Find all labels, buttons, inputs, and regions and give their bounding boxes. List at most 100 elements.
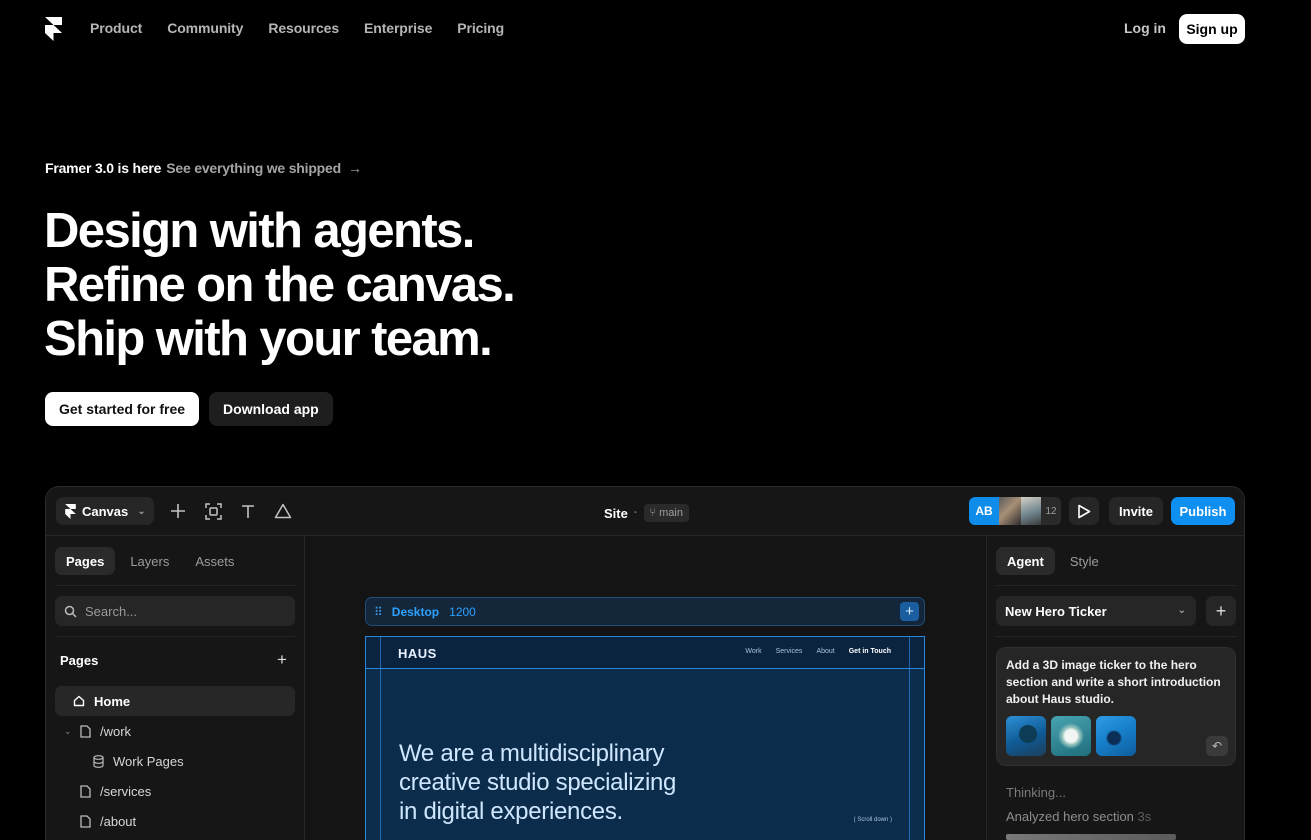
page-label: Home	[94, 693, 131, 709]
status-analyzed-label: Analyzed hero section	[1006, 809, 1134, 824]
haus-logo: HAUS	[398, 646, 437, 661]
canvas-menu-button[interactable]: Canvas ⌄	[56, 497, 154, 525]
truncated-text	[1006, 834, 1176, 840]
arrow-right-icon: →	[347, 160, 362, 176]
cta-row: Get started for free Download app	[45, 392, 333, 426]
headline-line: Ship with your team.	[44, 312, 493, 366]
image-thumbnail[interactable]	[1051, 716, 1091, 756]
download-app-button[interactable]: Download app	[209, 392, 333, 426]
page-label: /work	[100, 723, 132, 739]
announcement-link[interactable]: See everything we shipped	[166, 160, 341, 176]
site-nav-services[interactable]: Services	[776, 648, 803, 655]
divider	[996, 585, 1236, 586]
insert-plus-icon[interactable]	[168, 501, 188, 521]
site-nav-work[interactable]: Work	[745, 648, 761, 655]
right-panel: Agent Style New Hero Ticker ⌄ + Add a 3D…	[986, 536, 1244, 840]
left-panel-tabs: Pages Layers Assets	[55, 547, 245, 575]
avatar[interactable]	[1021, 497, 1041, 525]
site-nav-about[interactable]: About	[816, 648, 834, 655]
nav-links: Product Community Resources Enterprise P…	[90, 20, 504, 36]
nav-link-pricing[interactable]: Pricing	[457, 20, 504, 36]
frame-name: Desktop	[391, 604, 440, 619]
status-duration: 3s	[1137, 809, 1152, 824]
new-chat-button[interactable]: +	[1206, 596, 1236, 626]
branch-name: main	[659, 507, 683, 519]
chat-select[interactable]: New Hero Ticker ⌄	[996, 596, 1196, 626]
tab-pages[interactable]: Pages	[55, 547, 116, 575]
login-link[interactable]: Log in	[1124, 20, 1166, 36]
shape-tool-icon[interactable]	[273, 501, 293, 521]
page-item-work[interactable]: ⌄ /work	[55, 716, 295, 746]
site-name: Site	[604, 505, 628, 521]
frame-tool-icon[interactable]	[203, 501, 223, 521]
canvas-label: Canvas	[82, 503, 129, 519]
search-input[interactable]: Search...	[55, 596, 295, 626]
tab-layers[interactable]: Layers	[119, 547, 180, 575]
nav-link-product[interactable]: Product	[90, 20, 142, 36]
announcement-banner[interactable]: Framer 3.0 is here See everything we shi…	[45, 160, 362, 176]
page-label: Work Pages	[113, 753, 184, 769]
image-thumbnail[interactable]	[1096, 716, 1136, 756]
headline-line: Design with agents.	[44, 204, 475, 258]
hero-line: in digital experiences.	[399, 798, 623, 825]
add-page-icon[interactable]: +	[277, 650, 287, 670]
layout-guide	[909, 637, 910, 840]
status-thinking: Thinking...	[1006, 785, 1066, 800]
app-preview-window: Canvas ⌄ Site · ⑂ main AB 12 Invite Publ…	[45, 486, 1245, 840]
page-label: /about	[100, 813, 137, 829]
frame-label-bar[interactable]: ⠿ Desktop 1200 +	[365, 597, 925, 626]
preview-button[interactable]	[1069, 497, 1099, 525]
page-item-about[interactable]: /about	[55, 806, 295, 836]
add-breakpoint-icon[interactable]: +	[900, 602, 919, 621]
frame-width: 1200	[449, 604, 476, 619]
hero-line: creative studio specializing	[399, 769, 677, 796]
divider	[55, 636, 295, 637]
framer-logo-icon[interactable]	[45, 17, 62, 41]
prompt-text: Add a 3D image ticker to the hero sectio…	[1006, 658, 1221, 706]
site-header[interactable]: HAUS Work Services About Get in Touch	[366, 637, 924, 669]
publish-button[interactable]: Publish	[1171, 497, 1235, 525]
collaborator-count[interactable]: 12	[1041, 497, 1061, 525]
website-frame[interactable]: HAUS Work Services About Get in Touch We…	[365, 636, 925, 840]
grid-dots-icon: ⠿	[374, 604, 383, 619]
prompt-message: Add a 3D image ticker to the hero sectio…	[996, 647, 1236, 766]
site-nav-contact[interactable]: Get in Touch	[849, 648, 891, 655]
page-label: /services	[100, 783, 152, 799]
nav-link-resources[interactable]: Resources	[268, 20, 339, 36]
branch-icon: ⑂	[649, 507, 657, 519]
site-nav: Work Services About Get in Touch	[745, 648, 891, 655]
chevron-down-icon: ⌄	[1177, 605, 1186, 616]
site-hero-text[interactable]: We are a multidisciplinary creative stud…	[399, 739, 676, 826]
announcement-title: Framer 3.0 is here	[45, 160, 162, 176]
nav-link-enterprise[interactable]: Enterprise	[364, 20, 432, 36]
undo-icon[interactable]: ↶	[1206, 736, 1228, 756]
nav-link-community[interactable]: Community	[167, 20, 243, 36]
get-started-button[interactable]: Get started for free	[45, 392, 200, 426]
chevron-down-icon[interactable]: ⌄	[64, 726, 72, 737]
avatar[interactable]: AB	[969, 497, 999, 525]
tab-style[interactable]: Style	[1059, 547, 1110, 575]
play-icon	[1078, 504, 1091, 518]
editor-toolbar: Canvas ⌄ Site · ⑂ main AB 12 Invite Publ…	[46, 487, 1244, 536]
page-item-services[interactable]: /services	[55, 776, 295, 806]
avatar[interactable]	[999, 497, 1021, 525]
right-panel-tabs: Agent Style	[996, 547, 1110, 575]
page-icon	[78, 814, 92, 828]
divider	[55, 585, 295, 586]
page-icon	[78, 724, 92, 738]
image-thumbnail[interactable]	[1006, 716, 1046, 756]
chat-select-value: New Hero Ticker	[1005, 603, 1107, 619]
tab-agent[interactable]: Agent	[996, 547, 1055, 575]
site-title: Site · ⑂ main	[604, 504, 689, 522]
text-tool-icon[interactable]	[238, 501, 258, 521]
tab-assets[interactable]: Assets	[184, 547, 245, 575]
pages-heading: Pages	[60, 653, 99, 668]
page-item-work-pages[interactable]: Work Pages	[55, 746, 295, 776]
signup-button[interactable]: Sign up	[1179, 14, 1245, 44]
design-canvas[interactable]: ⠿ Desktop 1200 + HAUS Work Services Abou…	[305, 536, 986, 840]
invite-button[interactable]: Invite	[1109, 497, 1163, 525]
left-panel: Pages Layers Assets Search... Pages + Ho…	[46, 536, 305, 840]
branch-badge[interactable]: ⑂ main	[643, 504, 689, 522]
page-item-home[interactable]: Home	[55, 686, 295, 716]
hero-line: We are a multidisciplinary	[399, 740, 665, 767]
